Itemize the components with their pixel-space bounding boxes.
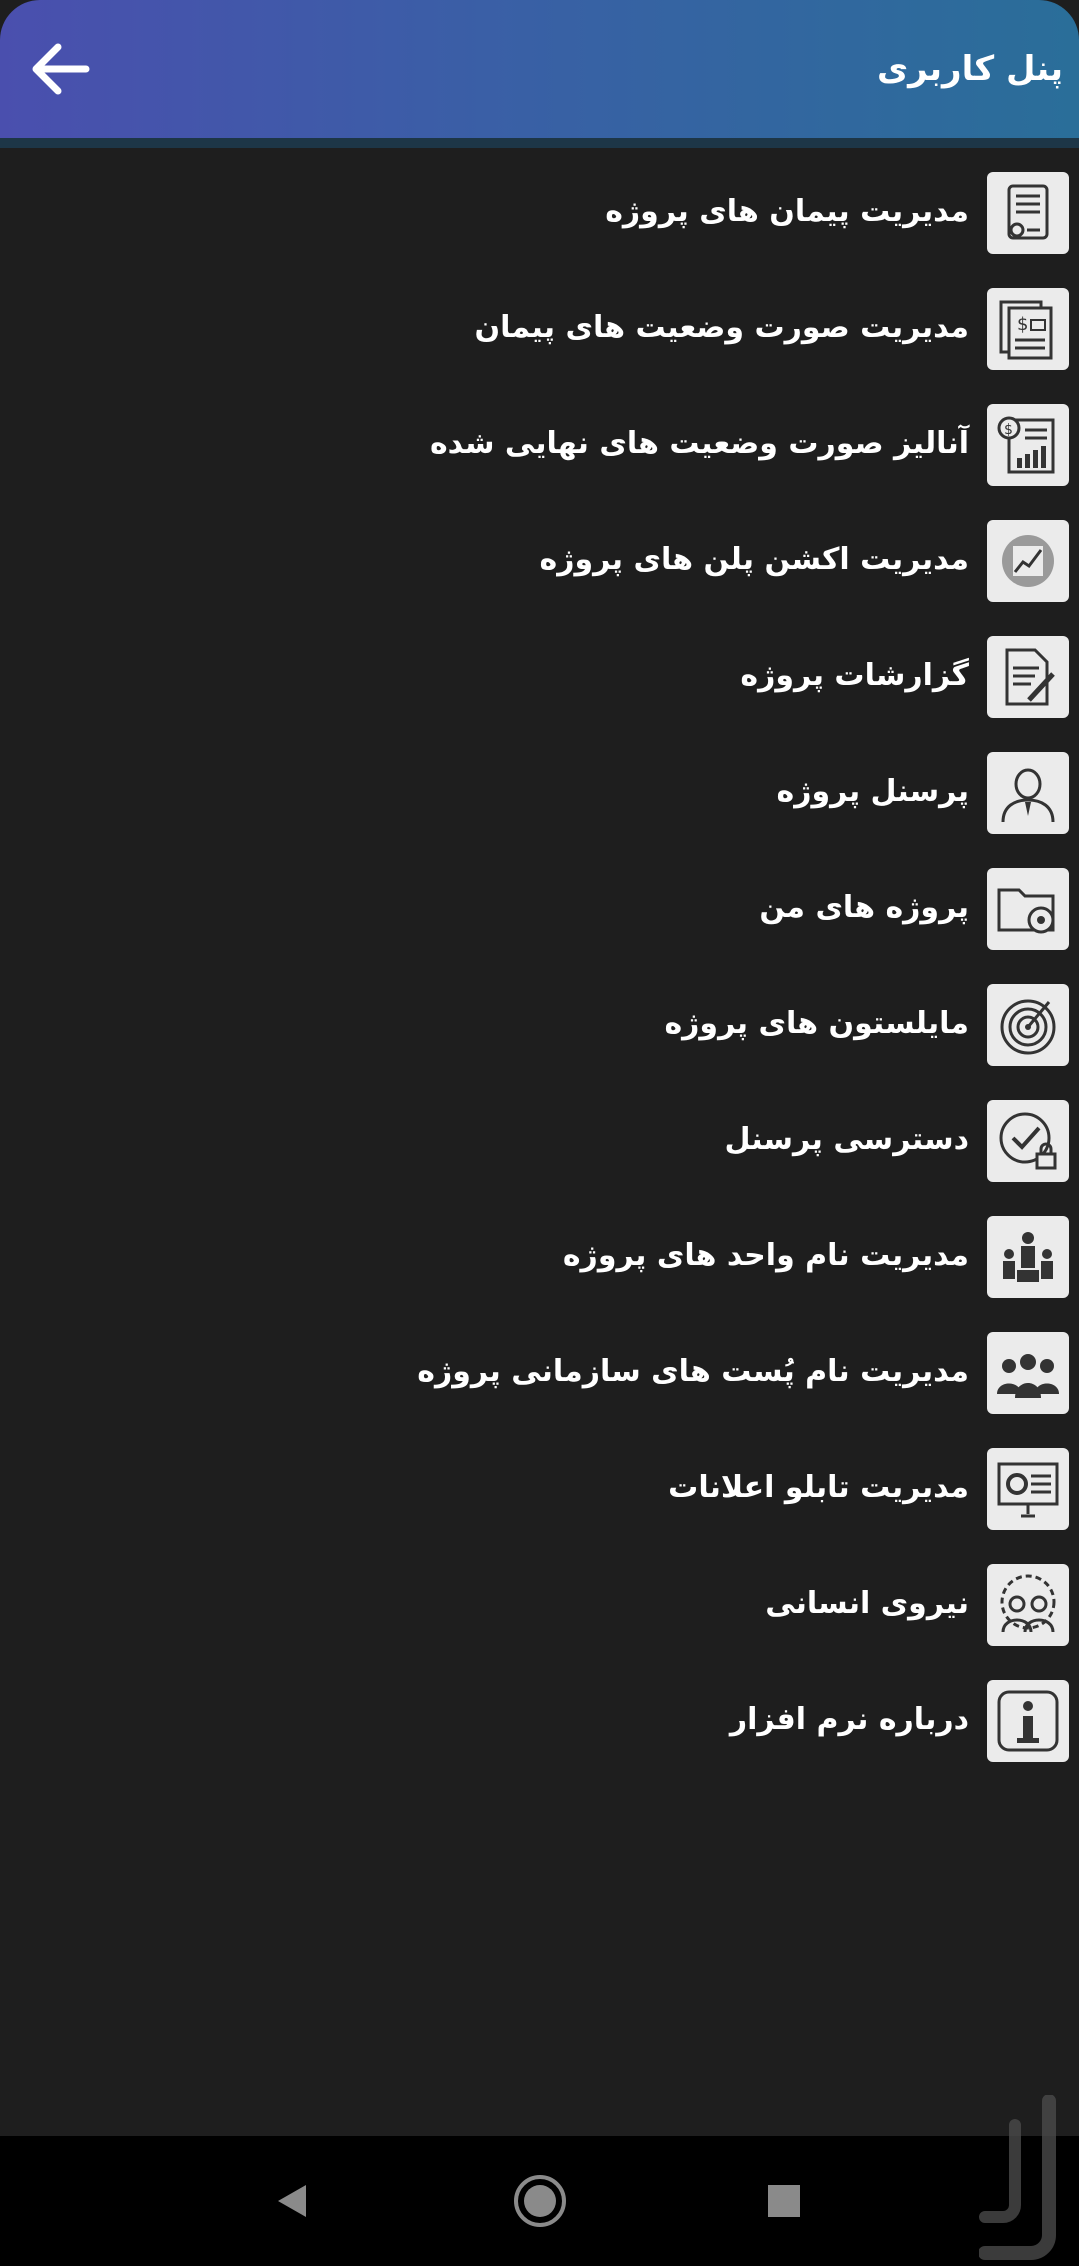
menu-item-label: دسترسی پرسنل	[724, 1122, 969, 1157]
menu-item-units[interactable]: مدیریت نام واحد های پروژه	[0, 1198, 1079, 1314]
team-positions-icon	[987, 1332, 1069, 1414]
menu-item-contracts[interactable]: مدیریت پیمان های پروژه	[0, 154, 1079, 270]
access-check-lock-icon	[987, 1100, 1069, 1182]
menu-list: مدیریت پیمان های پروژه $ مدیریت صورت وضع…	[0, 154, 1079, 1778]
app-bar-divider	[0, 138, 1079, 148]
workforce-gear-icon	[987, 1564, 1069, 1646]
nav-home-circle-icon	[514, 2175, 566, 2227]
menu-item-notice-board[interactable]: مدیریت تابلو اعلانات	[0, 1430, 1079, 1546]
svg-text:$: $	[1004, 422, 1013, 438]
menu-item-label: مدیریت پیمان های پروژه	[605, 194, 969, 229]
page-title: پنل کاربری	[876, 49, 1063, 89]
menu-item-label: نیروی انسانی	[765, 1586, 969, 1621]
units-people-icon	[987, 1216, 1069, 1298]
menu-item-reports[interactable]: گزارشات پروژه	[0, 618, 1079, 734]
menu-item-invoices[interactable]: $ مدیریت صورت وضعیت های پیمان	[0, 270, 1079, 386]
app-bar: پنل کاربری	[0, 0, 1079, 138]
menu-item-label: مدیریت اکشن پلن های پروژه	[539, 542, 969, 577]
invoice-stack-icon: $	[987, 288, 1069, 370]
menu-item-label: آنالیز صورت وضعیت های نهایی شده	[429, 426, 969, 461]
contract-document-icon	[987, 172, 1069, 254]
nav-recents-square-icon	[768, 2185, 800, 2217]
menu-item-label: مدیریت صورت وضعیت های پیمان	[474, 310, 969, 345]
menu-item-milestones[interactable]: مایلستون های پروژه	[0, 966, 1079, 1082]
menu-item-label: مدیریت تابلو اعلانات	[668, 1470, 969, 1505]
menu-item-personnel-access[interactable]: دسترسی پرسنل	[0, 1082, 1079, 1198]
trend-chart-icon	[987, 520, 1069, 602]
menu-item-label: پروژه های من	[759, 890, 969, 925]
menu-item-label: پرسنل پروژه	[776, 774, 969, 809]
svg-text:$: $	[1017, 314, 1028, 335]
menu-item-label: مدیریت نام پُست های سازمانی پروژه	[417, 1354, 969, 1389]
menu-item-workforce[interactable]: نیروی انسانی	[0, 1546, 1079, 1662]
menu-item-label: درباره نرم افزار	[729, 1702, 969, 1737]
folder-settings-icon	[987, 868, 1069, 950]
menu-item-my-projects[interactable]: پروژه های من	[0, 850, 1079, 966]
back-button[interactable]	[18, 30, 102, 108]
menu-item-label: گزارشات پروژه	[740, 658, 969, 693]
info-icon	[987, 1680, 1069, 1762]
businessman-icon	[987, 752, 1069, 834]
arrow-left-icon	[32, 43, 90, 95]
nav-back-button[interactable]	[232, 2136, 352, 2266]
nav-home-button[interactable]	[480, 2136, 600, 2266]
menu-item-label: مایلستون های پروژه	[664, 1006, 969, 1041]
notice-board-icon	[987, 1448, 1069, 1530]
menu-item-personnel[interactable]: پرسنل پروژه	[0, 734, 1079, 850]
nav-back-triangle-icon	[278, 2185, 306, 2217]
system-navigation-bar	[0, 2136, 1079, 2266]
report-edit-icon	[987, 636, 1069, 718]
menu-item-label: مدیریت نام واحد های پروژه	[562, 1238, 969, 1273]
target-milestone-icon	[987, 984, 1069, 1066]
menu-item-action-plans[interactable]: مدیریت اکشن پلن های پروژه	[0, 502, 1079, 618]
financial-report-icon: $	[987, 404, 1069, 486]
menu-item-positions[interactable]: مدیریت نام پُست های سازمانی پروژه	[0, 1314, 1079, 1430]
menu-item-about[interactable]: درباره نرم افزار	[0, 1662, 1079, 1778]
menu-item-invoice-analysis[interactable]: $ آنالیز صورت وضعیت های نهایی شده	[0, 386, 1079, 502]
store-watermark-icon	[979, 2095, 1056, 2260]
nav-recents-button[interactable]	[724, 2136, 844, 2266]
